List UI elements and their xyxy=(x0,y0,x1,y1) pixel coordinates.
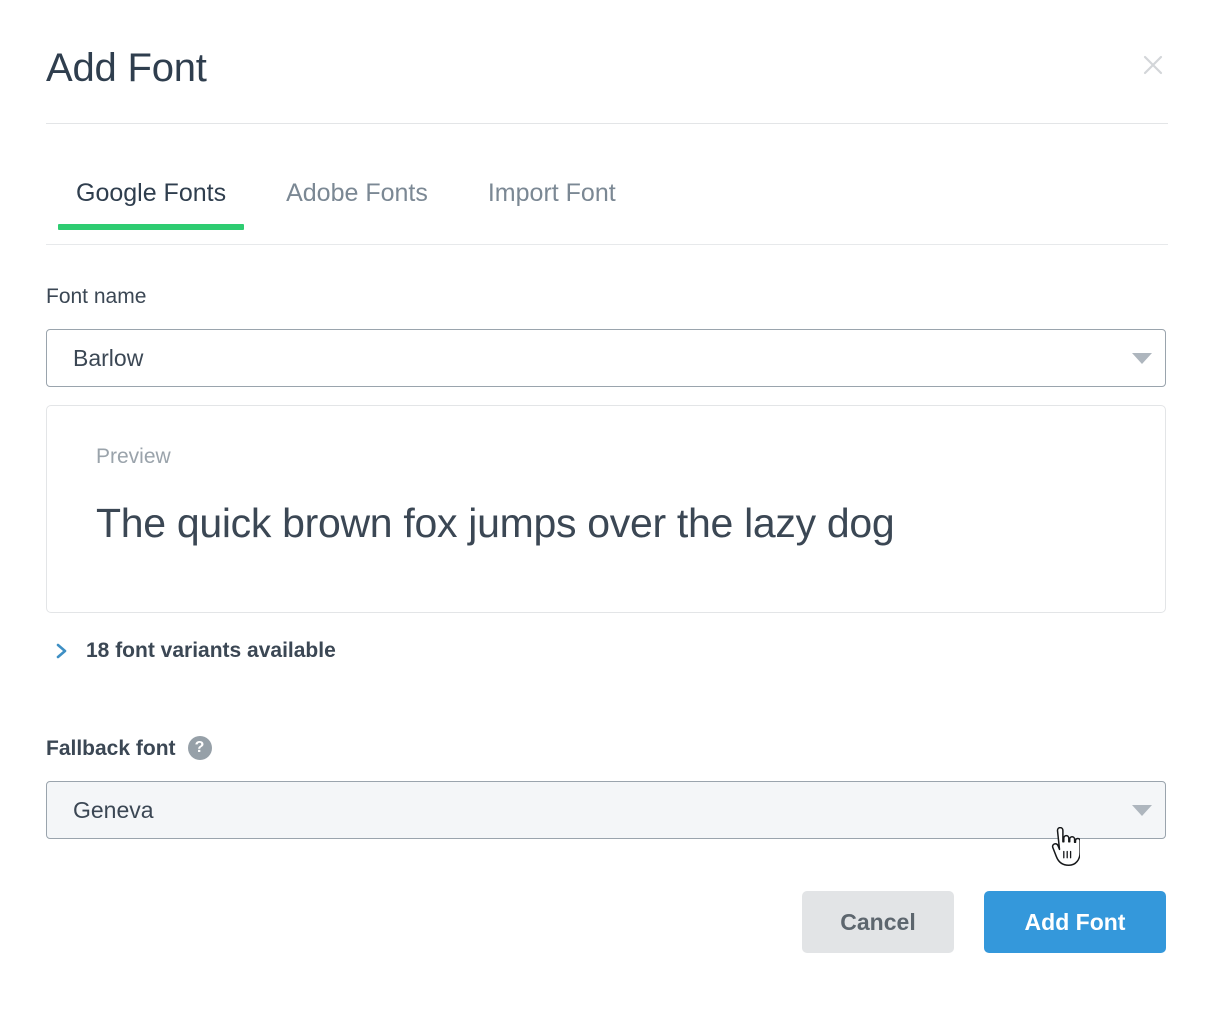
add-font-dialog: Add Font Google Fonts Adobe Fonts Import… xyxy=(0,0,1214,1036)
add-font-button[interactable]: Add Font xyxy=(984,891,1166,953)
close-icon xyxy=(1140,52,1166,78)
cancel-button[interactable]: Cancel xyxy=(802,891,954,953)
page-title: Add Font xyxy=(46,36,1168,88)
close-button[interactable] xyxy=(1134,46,1172,84)
tab-baseline-divider xyxy=(46,244,1168,245)
fallback-font-label: Fallback font xyxy=(46,738,176,759)
font-variants-label: 18 font variants available xyxy=(86,640,336,661)
tab-active-underline xyxy=(58,224,244,230)
tab-import-font[interactable]: Import Font xyxy=(458,170,646,208)
tab-label: Google Fonts xyxy=(76,179,226,207)
header-divider xyxy=(46,123,1168,124)
font-name-value: Barlow xyxy=(47,347,1119,370)
tab-label: Adobe Fonts xyxy=(286,179,428,207)
font-preview-panel: Preview The quick brown fox jumps over t… xyxy=(46,405,1166,613)
fallback-font-label-group: Fallback font ? xyxy=(46,736,212,760)
tab-adobe-fonts[interactable]: Adobe Fonts xyxy=(256,170,458,208)
fallback-font-select[interactable]: Geneva xyxy=(46,781,1166,839)
tab-bar: Google Fonts Adobe Fonts Import Font xyxy=(46,170,1168,242)
chevron-down-icon xyxy=(1119,353,1165,364)
dialog-footer: Cancel Add Font xyxy=(46,890,1166,954)
tab-google-fonts[interactable]: Google Fonts xyxy=(46,170,256,208)
dialog-header: Add Font xyxy=(46,36,1168,120)
tab-label: Import Font xyxy=(488,179,616,207)
chevron-right-icon xyxy=(52,642,72,660)
fallback-font-value: Geneva xyxy=(47,799,1119,822)
font-name-select[interactable]: Barlow xyxy=(46,329,1166,387)
font-name-label: Font name xyxy=(46,286,146,307)
chevron-down-icon xyxy=(1119,805,1165,816)
preview-label: Preview xyxy=(96,446,171,467)
help-circle-icon[interactable]: ? xyxy=(188,736,212,760)
preview-sample-text: The quick brown fox jumps over the lazy … xyxy=(96,500,1141,547)
font-variants-toggle[interactable]: 18 font variants available xyxy=(52,640,336,661)
